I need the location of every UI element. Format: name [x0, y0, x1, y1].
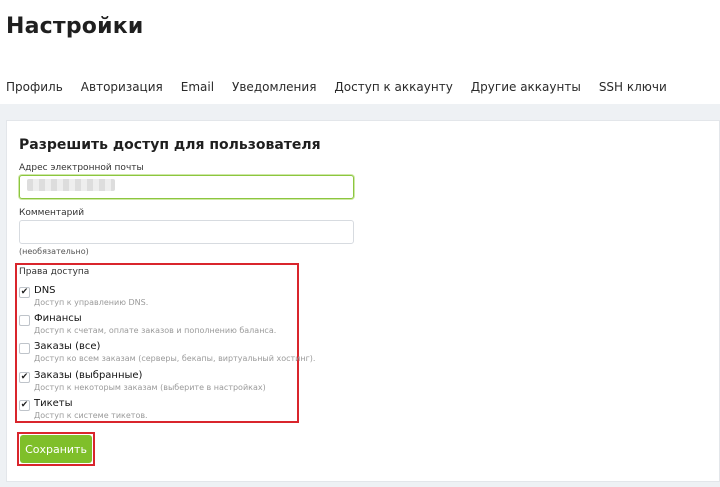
permission-desc: Доступ к управлению DNS.	[34, 298, 149, 307]
permission-finance: Финансы Доступ к счетам, оплате заказов …	[19, 313, 299, 339]
email-label: Адрес электронной почты	[19, 163, 144, 173]
grant-access-card: Разрешить доступ для пользователя Адрес …	[6, 120, 720, 482]
tab-account-access[interactable]: Доступ к аккаунту	[334, 80, 452, 94]
permission-orders-selected: ✔ Заказы (выбранные) Доступ к некоторым …	[19, 370, 299, 396]
comment-field[interactable]	[19, 220, 354, 244]
tickets-checkbox[interactable]: ✔	[19, 400, 30, 411]
permissions-title: Права доступа	[19, 267, 90, 277]
redacted-email	[27, 179, 115, 191]
tab-notifications[interactable]: Уведомления	[232, 80, 316, 94]
permission-desc: Доступ к счетам, оплате заказов и пополн…	[34, 326, 277, 335]
permission-name: Заказы (все)	[34, 341, 101, 352]
orders-all-checkbox[interactable]	[19, 343, 30, 354]
tab-authorization[interactable]: Авторизация	[81, 80, 163, 94]
permission-desc: Доступ ко всем заказам (серверы, бекапы,…	[34, 354, 316, 363]
permission-dns: ✔ DNS Доступ к управлению DNS.	[19, 285, 299, 311]
permission-desc: Доступ к системе тикетов.	[34, 411, 148, 420]
permission-desc: Доступ к некоторым заказам (выберите в н…	[34, 383, 266, 392]
comment-hint: (необязательно)	[19, 247, 89, 256]
card-title: Разрешить доступ для пользователя	[19, 137, 321, 153]
comment-label: Комментарий	[19, 208, 85, 218]
tab-profile[interactable]: Профиль	[6, 80, 63, 94]
permission-orders-all: Заказы (все) Доступ ко всем заказам (сер…	[19, 341, 315, 367]
permission-name: Заказы (выбранные)	[34, 370, 143, 381]
page-title: Настройки	[6, 14, 144, 39]
finance-checkbox[interactable]	[19, 315, 30, 326]
permission-tickets: ✔ Тикеты Доступ к системе тикетов.	[19, 398, 299, 424]
tab-other-accounts[interactable]: Другие аккаунты	[471, 80, 581, 94]
save-button[interactable]: Сохранить	[20, 435, 92, 463]
permission-name: DNS	[34, 285, 56, 296]
settings-tabs: Профиль Авторизация Email Уведомления До…	[6, 80, 685, 94]
orders-selected-checkbox[interactable]: ✔	[19, 372, 30, 383]
permission-name: Финансы	[34, 313, 82, 324]
permission-name: Тикеты	[34, 398, 73, 409]
tab-email[interactable]: Email	[181, 80, 214, 94]
dns-checkbox[interactable]: ✔	[19, 287, 30, 298]
tab-ssh-keys[interactable]: SSH ключи	[599, 80, 667, 94]
